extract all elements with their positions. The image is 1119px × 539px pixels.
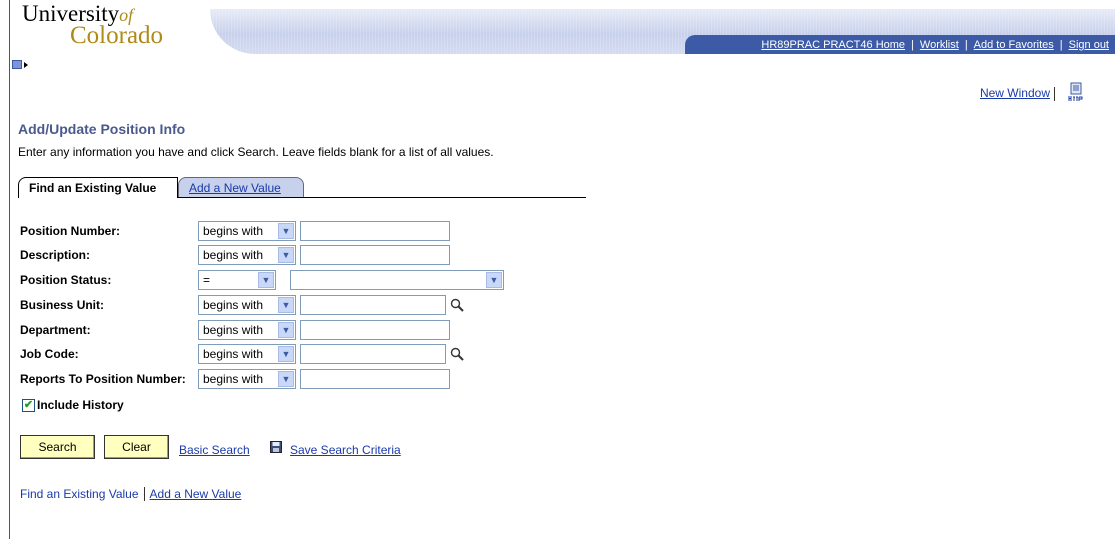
business-unit-label: Business Unit: (20, 298, 105, 312)
job-code-label: Job Code: (20, 347, 79, 361)
nav-separator: | (1059, 38, 1063, 51)
worklist-link[interactable]: Worklist (920, 39, 959, 51)
university-logo: Universityof Colorado (22, 2, 163, 48)
reports-to-label: Reports To Position Number: (20, 372, 186, 386)
department-input[interactable] (300, 320, 450, 340)
position-number-input[interactable] (300, 221, 450, 241)
position-number-row: Position Number: begins with ▼ (20, 221, 450, 241)
chevron-down-icon: ▼ (486, 272, 502, 288)
job-code-operator[interactable]: begins with ▼ (198, 344, 296, 364)
add-to-favorites-link[interactable]: Add to Favorites (974, 39, 1054, 51)
business-unit-input[interactable] (300, 295, 446, 315)
bottom-links: Find an Existing Value Add a New Value (20, 487, 241, 501)
business-unit-operator[interactable]: begins with ▼ (198, 295, 296, 315)
reports-to-input[interactable] (300, 369, 450, 389)
clear-button[interactable]: Clear (104, 435, 169, 459)
link-separator (1054, 86, 1055, 101)
home-link[interactable]: HR89PRAC PRACT46 Home (761, 39, 905, 51)
chevron-down-icon: ▼ (278, 297, 294, 313)
menu-box-icon (12, 60, 22, 69)
position-number-operator[interactable]: begins with ▼ (198, 221, 296, 241)
position-status-row: Position Status: = ▼ ▼ (20, 270, 504, 290)
job-code-row: Job Code: begins with ▼ (20, 344, 464, 364)
include-history-label: Include History (37, 398, 124, 412)
business-unit-row: Business Unit: begins with ▼ (20, 295, 464, 315)
save-disk-icon[interactable] (270, 441, 282, 453)
new-window-link[interactable]: New Window (980, 86, 1050, 100)
operator-value: begins with (203, 248, 264, 262)
chevron-down-icon: ▼ (278, 346, 294, 362)
operator-value: begins with (203, 347, 264, 361)
search-button[interactable]: Search (20, 435, 95, 459)
reports-to-operator[interactable]: begins with ▼ (198, 369, 296, 389)
include-history-checkbox[interactable]: ✔ (22, 398, 35, 412)
tab-add-new-value[interactable]: Add a New Value (178, 177, 304, 197)
department-label: Department: (20, 323, 91, 337)
left-border (9, 0, 10, 539)
new-window-area: New Window (980, 86, 1059, 101)
basic-search-link[interactable]: Basic Search (179, 443, 250, 457)
chevron-down-icon: ▼ (278, 223, 294, 239)
reports-to-row: Reports To Position Number: begins with ▼ (20, 369, 450, 389)
operator-value: begins with (203, 323, 264, 337)
position-status-select[interactable]: ▼ (290, 270, 504, 290)
operator-value: = (203, 273, 211, 287)
logo-colorado-text: Colorado (70, 22, 164, 49)
find-existing-value-text: Find an Existing Value (20, 487, 139, 501)
job-code-input[interactable] (300, 344, 446, 364)
chevron-down-icon: ▼ (278, 322, 294, 338)
position-number-label: Position Number: (20, 224, 121, 238)
add-new-value-link[interactable]: Add a New Value (150, 487, 242, 501)
chevron-down-icon: ▼ (278, 247, 294, 263)
menu-toggle-icon[interactable] (12, 60, 28, 69)
tab-add-new-value-label: Add a New Value (189, 181, 281, 195)
operator-value: begins with (203, 372, 264, 386)
nav-separator: | (911, 38, 914, 51)
description-input[interactable] (300, 245, 450, 265)
save-search-criteria-link[interactable]: Save Search Criteria (290, 443, 401, 457)
instructions-text: Enter any information you have and click… (18, 145, 494, 159)
chevron-down-icon: ▼ (258, 272, 274, 288)
description-operator[interactable]: begins with ▼ (198, 245, 296, 265)
sign-out-link[interactable]: Sign out (1069, 39, 1109, 51)
nav-separator: | (964, 38, 968, 51)
job-code-lookup-icon[interactable] (450, 347, 464, 361)
tab-find-existing-value[interactable]: Find an Existing Value (18, 177, 178, 198)
http-help-icon[interactable] (1068, 82, 1084, 102)
department-row: Department: begins with ▼ (20, 320, 450, 340)
operator-value: begins with (203, 298, 264, 312)
operator-value: begins with (203, 224, 264, 238)
description-label: Description: (20, 248, 91, 262)
link-separator (143, 487, 145, 501)
expand-arrow-icon (24, 61, 28, 68)
description-row: Description: begins with ▼ (20, 245, 450, 265)
page-title: Add/Update Position Info (18, 121, 186, 137)
header-nav: HR89PRAC PRACT46 Home | Worklist | Add t… (685, 35, 1115, 54)
business-unit-lookup-icon[interactable] (450, 298, 464, 312)
position-status-label: Position Status: (20, 273, 112, 287)
include-history-row: ✔ Include History (22, 398, 124, 412)
chevron-down-icon: ▼ (278, 371, 294, 387)
position-status-operator[interactable]: = ▼ (198, 270, 276, 290)
department-operator[interactable]: begins with ▼ (198, 320, 296, 340)
search-tabs: Find an Existing Value Add a New Value (18, 177, 586, 198)
